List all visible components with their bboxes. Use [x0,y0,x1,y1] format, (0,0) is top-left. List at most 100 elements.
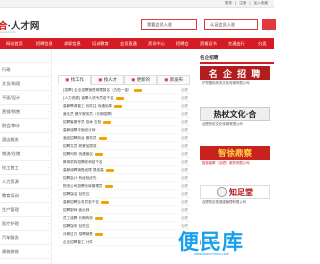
nav-jobfair[interactable]: 招聘会 [176,38,189,49]
list-item[interactable]: · 教育机构招聘老师若干名 合肥 [58,158,190,166]
list-item[interactable]: · 招聘厨师 面点师 合肥 [58,206,190,214]
logo-subtitle: rencai.com [0,30,16,34]
hot-badge [115,96,124,100]
site-header: 合·人才网 rencai.com 我要会员入驻 认证会员入驻 [0,8,276,38]
list-item[interactable]: · 招聘司机 待遇面议 合肥 [58,150,190,158]
list-icon: ▣ [131,77,136,83]
list-item[interactable]: · 招聘保洁 包吃住 合肥 [58,190,190,198]
top-links: 登录 | 注册 | 加入收藏 [225,1,268,6]
list-item[interactable]: · 高薪招聘业务员若干名 合肥 [58,198,190,206]
sidebar-item[interactable]: 教育培训 › [0,189,52,203]
separator: | [235,1,237,5]
company-banner[interactable]: 智徐鼎察 [200,146,270,160]
chevron-right-icon: › [47,165,49,170]
company-caption[interactable]: 沪郑国际商务文化传媒有限公司 [202,81,274,86]
hot-badge [103,120,112,124]
list-icon: ▣ [98,77,103,83]
nav-certificates[interactable]: 资格证书 [200,38,217,49]
list-icon: ▣ [164,77,169,83]
hot-badge [114,104,123,108]
sidebar-item[interactable]: 生产管理 › [0,203,52,217]
chevron-right-icon: › [47,123,49,128]
sidebar-item[interactable]: 营销/销售 › [0,105,52,119]
sidebar-item[interactable]: 技工普工 › [0,161,52,175]
header-edge-button[interactable] [262,19,276,30]
tab-updated[interactable]: ▣ 更新的 [124,75,157,85]
list-item[interactable]: · 高薪聘请普工 包吃住 待遇优厚 合肥 [58,102,190,110]
chevron-right-icon: › [47,81,49,86]
hot-badge [94,216,103,220]
sidebar-item[interactable]: 平面/设计 › [0,91,52,105]
company-banner[interactable]: 热杖文化·合 [200,107,270,121]
list-item[interactable]: · 企业招聘普工 计件 合肥 [58,238,190,246]
chevron-right-icon: › [47,193,49,198]
sidebar-item[interactable]: 建筑装修 › [0,245,52,259]
nav-resumes[interactable]: 求职信息 [64,38,81,49]
separator: | [249,1,251,5]
watermark-url: www.bianminku.com [194,252,230,256]
nav-transport[interactable]: 交通出行 [228,38,245,49]
nav-training[interactable]: 培训教育 [92,38,109,49]
chevron-right-icon: › [47,95,49,100]
main-nav: 网站首页 招聘信息 求职信息 培训教育 会员直通 资讯中心 招聘会 资格证书 交… [0,38,274,49]
sidebar-item[interactable]: 人力资源 › [0,175,52,189]
chevron-right-icon: › [47,53,49,58]
login-link[interactable]: 登录 [225,1,232,6]
chevron-right-icon: › [47,67,49,72]
verified-member-button[interactable]: 认证会员入驻 [204,19,258,30]
sidebar-item[interactable]: 物流/仓储 › [0,147,52,161]
list-item[interactable]: · 酒店招聘前台 服务员 合肥 [58,134,190,142]
hot-badge [105,168,114,172]
sidebar-item[interactable]: 财会/审计 › [0,119,52,133]
company-banner[interactable]: 知足堂 [200,185,270,199]
sidebar-item[interactable]: 文员/助理 › [0,77,52,91]
list-item[interactable]: · 招聘会计 有经验优先 合肥 [58,174,190,182]
list-item[interactable]: · 营业员 餐厅服务员（长期招聘） 合肥 [58,110,190,118]
list-item[interactable]: · 高薪诚聘平面设计师 合肥 [58,126,190,134]
list-item[interactable]: · [人力资源] 诚聘人资专员若干名 合肥 [58,94,190,102]
hot-badge [100,200,109,204]
seal-icon [217,187,227,197]
list-item[interactable]: · [招聘] 企业招聘销售助理数名（五险一金） 合肥 [58,86,190,94]
list-item[interactable]: · 员工诚聘 长期有效 合肥 [58,214,190,222]
favorite-link[interactable]: 加入收藏 [254,1,268,6]
sidebar-item[interactable]: 酒店服务 › [0,133,52,147]
job-tabs: ▣ 找工作 ▣ 找人才 ▣ 更新的 ▣ 新发布 [58,75,190,85]
chevron-right-icon: › [47,221,49,226]
nav-more[interactable]: 分类 [258,38,266,49]
sidebar-item[interactable]: 汽车服务 › [0,231,52,245]
chevron-right-icon: › [47,249,49,254]
company-caption[interactable]: 智徐鼎察（合肥）服务有限公司 [202,161,274,166]
nav-news[interactable]: 资讯中心 [148,38,165,49]
company-caption[interactable]: 合肥知足堂健康管理有限公司 [202,200,274,205]
sidebar-item[interactable]: 行政 › [0,63,52,77]
list-item[interactable]: · 招聘客服专员 双休 五险 合肥 [58,118,190,126]
nav-home[interactable]: 网站首页 [6,38,23,49]
tab-new[interactable]: ▣ 新发布 [157,75,190,85]
tab-find-job[interactable]: ▣ 找工作 [58,75,91,85]
chevron-right-icon: › [47,137,49,142]
nav-jobs[interactable]: 招聘信息 [36,38,53,49]
hot-badge [94,232,103,236]
member-join-button[interactable]: 我要会员入驻 [141,19,197,30]
company-banner[interactable]: 名 企 招 聘 [200,66,270,80]
sidebar-item[interactable]: 医疗护理 › [0,217,52,231]
chevron-right-icon: › [47,235,49,240]
category-sidebar: › 行政 › 文员/助理 › 平面/设计 › 营销/销售 › 财会/审计 › 酒店服务 › … [0,49,52,264]
register-link[interactable]: 注册 [239,1,246,6]
list-item[interactable]: · 物流公司招聘仓库管理员 合肥 [58,182,190,190]
section-title: 名企招聘 [200,55,274,64]
list-item[interactable]: · 招聘保安 包吃住 合肥 [58,222,190,230]
list-item[interactable]: · 月薪过万 招聘销售 合肥 [58,230,190,238]
chevron-right-icon: › [47,179,49,184]
list-item[interactable]: · 高薪诚聘销售经理 提成高 合肥 [58,166,190,174]
list-item[interactable]: · 招聘文员 底薪加提成 合肥 [58,142,190,150]
company-caption[interactable]: 合肥热杖文化传媒有限公司 [202,122,274,127]
hot-badge [98,136,107,140]
sidebar-item[interactable]: › [0,49,52,63]
hot-badge [94,152,103,156]
nav-members[interactable]: 会员直通 [120,38,137,49]
tab-find-talent[interactable]: ▣ 找人才 [91,75,124,85]
hot-badge [133,88,142,92]
chevron-right-icon: › [47,207,49,212]
